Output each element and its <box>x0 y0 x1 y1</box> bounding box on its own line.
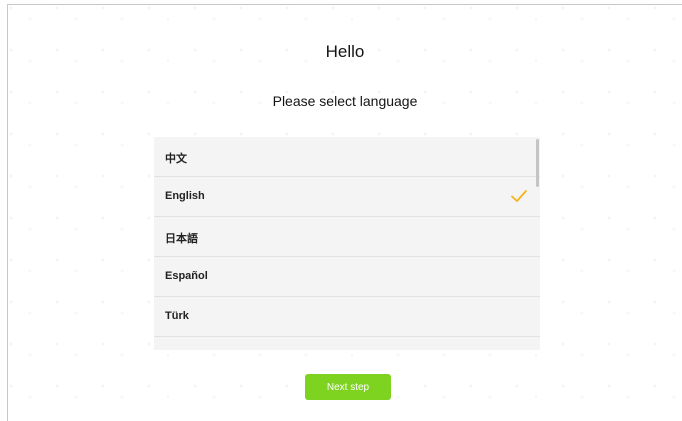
check-icon <box>511 190 527 202</box>
language-item-turkish[interactable]: Türk <box>154 297 540 337</box>
language-label: English <box>165 190 205 202</box>
language-selection-screen: Hello Please select language 中文 English … <box>7 4 682 421</box>
language-item-english[interactable]: English <box>154 177 540 217</box>
language-label: Türk <box>165 310 189 322</box>
language-item-chinese[interactable]: 中文 <box>154 137 540 177</box>
language-label: Español <box>165 270 208 282</box>
list-scrollbar[interactable] <box>536 139 539 187</box>
language-item-spanish[interactable]: Español <box>154 257 540 297</box>
page-subtitle: Please select language <box>272 93 418 109</box>
language-item-japanese[interactable]: 日本語 <box>154 217 540 257</box>
next-step-button[interactable]: Next step <box>305 374 391 400</box>
language-list[interactable]: 中文 English 日本語 Español Türk <box>154 137 540 350</box>
language-label: 中文 <box>165 153 187 165</box>
greeting-title: Hello <box>325 42 365 61</box>
language-label: 日本語 <box>165 233 198 245</box>
